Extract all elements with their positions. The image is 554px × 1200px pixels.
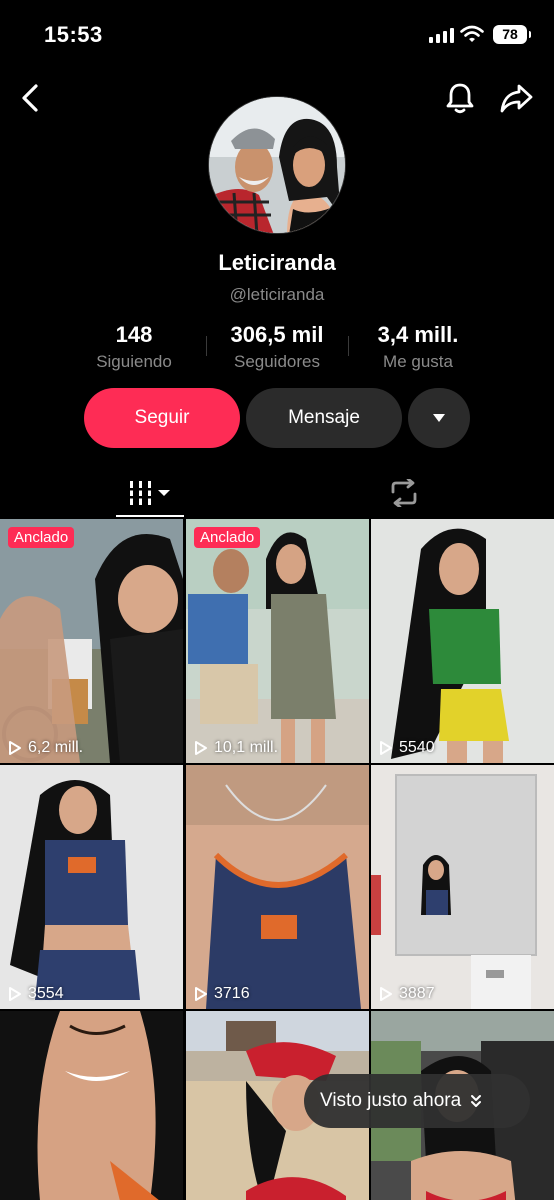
share-icon[interactable]	[498, 80, 536, 116]
stat-likes-value: 3,4 mill.	[377, 322, 459, 347]
back-icon[interactable]	[14, 80, 48, 116]
video-thumbnail[interactable]: Anclado 10,1 mill.	[186, 519, 369, 763]
avatar[interactable]	[208, 96, 346, 234]
view-count-value: 10,1 mill.	[214, 739, 279, 756]
view-count-value: 3716	[214, 985, 250, 1002]
video-thumbnail[interactable]: 3554	[0, 765, 183, 1009]
view-count-value: 3554	[28, 985, 64, 1002]
pinned-badge: Anclado	[194, 527, 261, 548]
view-count: 5540	[379, 739, 435, 757]
stat-followers[interactable]: 306,5 mil Seguidores	[212, 322, 342, 372]
active-tab-indicator	[116, 515, 184, 517]
view-count-value: 5540	[399, 739, 435, 756]
more-options-button[interactable]	[408, 388, 470, 448]
follow-button[interactable]: Seguir	[84, 388, 240, 448]
stat-likes-label: Me gusta	[383, 352, 453, 371]
video-grid-icon	[128, 481, 170, 505]
status-bar: 15:53 78	[0, 0, 554, 70]
video-thumbnail[interactable]: 3716	[186, 765, 369, 1009]
caret-down-icon	[433, 414, 445, 422]
status-time: 15:53	[44, 22, 103, 47]
video-thumbnail[interactable]	[0, 1011, 183, 1200]
bell-icon[interactable]	[442, 80, 478, 116]
view-count-value: 6,2 mill.	[28, 739, 84, 756]
stat-divider	[206, 336, 207, 356]
play-icon	[9, 987, 21, 1001]
play-icon	[195, 741, 207, 755]
tab-videos[interactable]	[116, 470, 184, 516]
view-count: 3554	[8, 985, 64, 1003]
message-button[interactable]: Mensaje	[246, 388, 402, 448]
profile-display-name: Leticiranda	[218, 250, 336, 275]
stat-following-label: Siguiendo	[96, 352, 172, 371]
stat-following[interactable]: 148 Siguiendo	[84, 322, 184, 372]
view-count: 6,2 mill.	[8, 739, 83, 757]
stat-following-value: 148	[115, 322, 153, 347]
view-count-value: 3887	[399, 985, 435, 1002]
pinned-badge: Anclado	[8, 527, 75, 548]
seen-toast[interactable]: Visto justo ahora	[304, 1074, 530, 1128]
video-thumbnail[interactable]: 5540	[371, 519, 554, 763]
play-icon	[380, 741, 392, 755]
video-thumbnail[interactable]: Anclado 6,2 mill.	[0, 519, 183, 763]
double-chevron-down-icon	[471, 1095, 482, 1107]
view-count: 10,1 mill.	[194, 739, 278, 757]
profile-username: @leticiranda	[229, 285, 325, 304]
wifi-icon	[460, 25, 484, 42]
play-icon	[380, 987, 392, 1001]
repost-icon	[391, 479, 417, 507]
stat-followers-value: 306,5 mil	[230, 322, 324, 347]
cellular-signal-icon	[429, 27, 454, 43]
video-thumbnail[interactable]: 3887	[371, 765, 554, 1009]
play-icon	[195, 987, 207, 1001]
battery-indicator: 78	[493, 25, 531, 44]
tab-reposts[interactable]	[370, 470, 438, 516]
play-icon	[9, 741, 21, 755]
stat-likes[interactable]: 3,4 mill. Me gusta	[362, 322, 474, 372]
stat-followers-label: Seguidores	[233, 352, 320, 371]
stat-divider	[348, 336, 349, 356]
view-count: 3716	[194, 985, 250, 1003]
seen-toast-text: Visto justo ahora	[320, 1090, 462, 1111]
view-count: 3887	[379, 985, 435, 1003]
